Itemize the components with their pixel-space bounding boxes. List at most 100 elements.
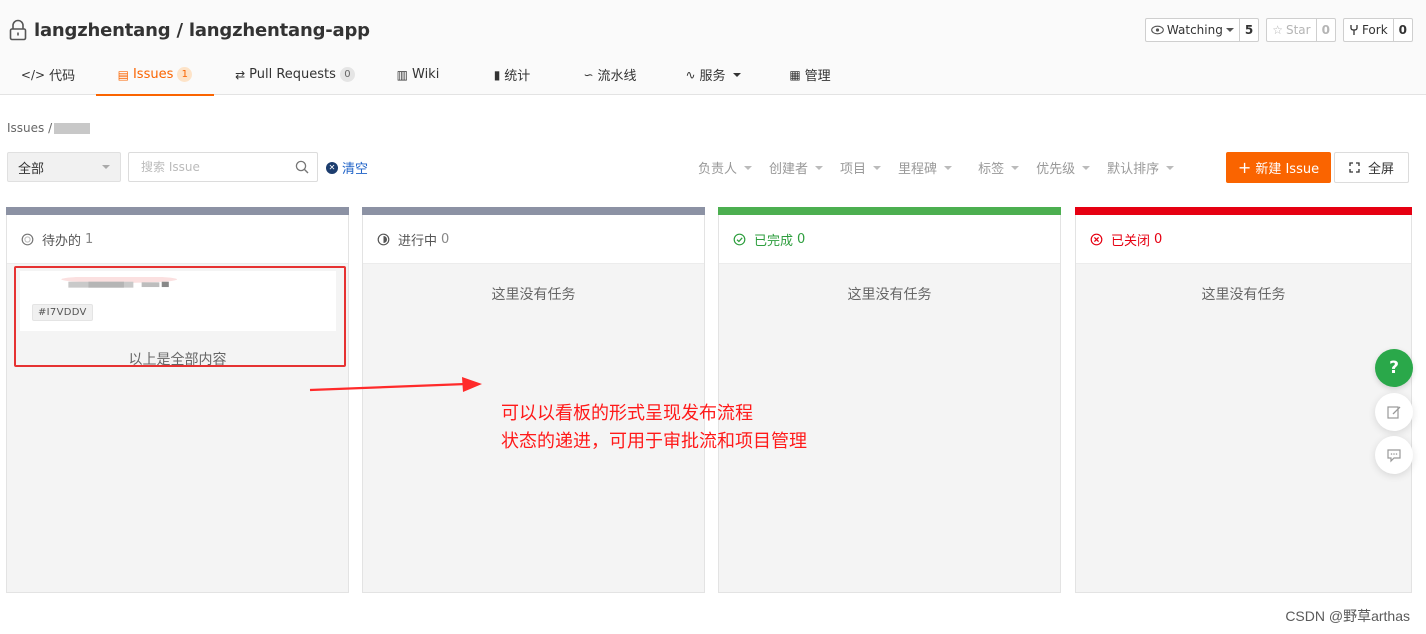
- feedback-button[interactable]: [1375, 393, 1413, 431]
- tab-label: Pull Requests: [249, 67, 336, 82]
- annotation-line-1: 可以以看板的形式呈现发布流程: [501, 403, 753, 424]
- fullscreen-button[interactable]: 全屏: [1334, 152, 1409, 183]
- column-stripe: [362, 207, 705, 215]
- pipeline-icon: ∽: [583, 67, 594, 82]
- chevron-down-icon: [732, 72, 741, 77]
- repo-path[interactable]: langzhentang / langzhentang-app: [34, 20, 370, 41]
- issues-icon: ▤: [117, 67, 129, 82]
- new-issue-button[interactable]: + 新建 Issue: [1226, 152, 1331, 183]
- filter-label: 默认排序: [1107, 162, 1160, 177]
- edit-icon: [1387, 406, 1401, 419]
- watch-count[interactable]: 5: [1240, 19, 1258, 41]
- scope-select[interactable]: 全部: [7, 152, 121, 182]
- tab-issues[interactable]: ▤ Issues 1: [96, 54, 214, 96]
- tab-pipeline[interactable]: ∽ 流水线: [564, 54, 656, 95]
- chevron-down-icon: [1225, 28, 1234, 32]
- filter-project[interactable]: 项目: [840, 158, 882, 177]
- issue-card[interactable]: #I7VDDV: [20, 271, 336, 331]
- fork-count[interactable]: 0: [1394, 19, 1412, 41]
- column-stripe: [6, 207, 349, 215]
- fork-icon: [1350, 25, 1358, 35]
- clear-button[interactable]: ✕ 清空: [326, 158, 368, 177]
- column-header: 待办的 1: [7, 215, 348, 264]
- tab-label: 流水线: [597, 69, 637, 84]
- code-icon: </>: [20, 67, 46, 82]
- chevron-down-icon: [1011, 165, 1020, 170]
- annotation-line-2: 状态的递进，可用于审批流和项目管理: [501, 431, 807, 452]
- check-circle-icon: [733, 233, 746, 245]
- pull-request-icon: ⇄: [235, 67, 246, 82]
- fork-label: Fork: [1361, 23, 1388, 37]
- column-count: 0: [441, 231, 450, 247]
- chevron-down-icon: [944, 165, 953, 170]
- tab-label: Issues: [132, 67, 174, 82]
- stats-icon: ▮: [493, 67, 501, 82]
- fork-button[interactable]: Fork 0: [1342, 18, 1413, 42]
- empty-note: 这里没有任务: [847, 287, 932, 303]
- column-count: 0: [797, 231, 806, 247]
- half-circle-icon: [377, 233, 390, 245]
- filter-priority[interactable]: 优先级: [1036, 158, 1091, 177]
- close-icon: ✕: [326, 161, 338, 174]
- scope-value: 全部: [18, 161, 45, 177]
- question-icon: ?: [1389, 358, 1399, 378]
- search-icon[interactable]: [295, 160, 309, 174]
- fullscreen-icon: [1349, 162, 1360, 173]
- filter-label: 里程碑: [898, 162, 938, 177]
- filter-assignee[interactable]: 负责人: [698, 158, 753, 177]
- repo-tabs: </> 代码 ▤ Issues 1 ⇄ Pull Requests 0 ▥ Wi…: [0, 54, 850, 96]
- star-button[interactable]: ☆ Star 0: [1266, 18, 1336, 42]
- column-stripe: [718, 207, 1061, 215]
- watch-button[interactable]: Watching 5: [1144, 18, 1260, 42]
- wiki-icon: ▥: [396, 67, 408, 82]
- tab-stats[interactable]: ▮ 统计: [460, 54, 564, 95]
- star-icon: ☆: [1272, 23, 1283, 37]
- eye-icon: [1151, 25, 1164, 35]
- tab-wiki[interactable]: ▥ Wiki: [376, 54, 460, 95]
- tab-pull-requests[interactable]: ⇄ Pull Requests 0: [214, 54, 376, 95]
- chevron-down-icon: [744, 165, 753, 170]
- circle-dashed-icon: [21, 233, 34, 245]
- issue-id[interactable]: #I7VDDV: [32, 304, 93, 321]
- chat-icon: [1387, 449, 1401, 463]
- chat-button[interactable]: [1375, 436, 1413, 474]
- tab-service[interactable]: ∿ 服务: [656, 54, 770, 95]
- redacted-title: [61, 277, 178, 288]
- chevron-down-icon: [815, 165, 824, 170]
- clear-label: 清空: [342, 162, 369, 177]
- column-title: 待办的: [42, 233, 82, 249]
- close-circle-icon: [1090, 233, 1103, 245]
- sort-select[interactable]: 默认排序: [1107, 158, 1175, 177]
- star-count[interactable]: 0: [1317, 19, 1335, 41]
- column-closed: 已关闭 0 这里没有任务: [1075, 207, 1412, 593]
- filter-label: 创建者: [769, 162, 809, 177]
- breadcrumb: Issues /: [7, 121, 91, 135]
- filter-creator[interactable]: 创建者: [769, 158, 824, 177]
- filter-label-tag[interactable]: 标签: [978, 158, 1020, 177]
- annotation-text: 可以以看板的形式呈现发布流程 状态的递进，可用于审批流和项目管理: [501, 400, 807, 456]
- column-todo: 待办的 1 #I7VDDV 以上是全部内容: [6, 207, 349, 593]
- lock-icon: [9, 19, 27, 41]
- column-header: 进行中 0: [363, 215, 704, 264]
- repo-header: langzhentang / langzhentang-app Watching…: [0, 0, 1426, 96]
- tab-label: 统计: [504, 69, 531, 84]
- repo-title: langzhentang / langzhentang-app: [8, 18, 370, 42]
- search-input[interactable]: [141, 160, 295, 174]
- tab-label: 管理: [804, 69, 831, 84]
- tab-code[interactable]: </> 代码: [0, 54, 96, 95]
- empty-note: 这里没有任务: [491, 287, 576, 303]
- column-title: 已关闭: [1111, 233, 1151, 249]
- tab-badge: 1: [177, 67, 193, 82]
- column-header: 已关闭 0: [1076, 215, 1411, 264]
- plus-icon: +: [1237, 157, 1252, 177]
- filter-milestone[interactable]: 里程碑: [898, 158, 953, 177]
- annotation-arrow: [309, 377, 482, 392]
- help-button[interactable]: ?: [1375, 349, 1413, 387]
- column-count: 1: [85, 231, 94, 247]
- search-box: [128, 152, 318, 182]
- repo-actions: Watching 5 ☆ Star 0 Fork 0: [1144, 18, 1413, 42]
- breadcrumb-issues[interactable]: Issues /: [7, 121, 52, 135]
- manage-icon: ▦: [789, 67, 801, 82]
- star-label: Star: [1285, 23, 1311, 37]
- tab-manage[interactable]: ▦ 管理: [770, 54, 850, 95]
